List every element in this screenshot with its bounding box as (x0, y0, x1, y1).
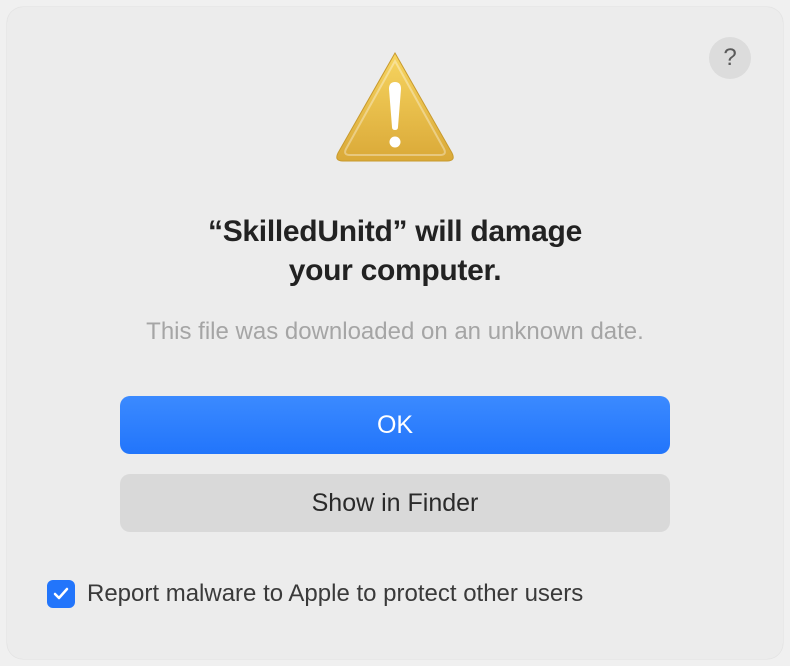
help-button[interactable]: ? (709, 37, 751, 79)
report-checkbox-row: Report malware to Apple to protect other… (47, 580, 583, 608)
dialog-title-line1: “SkilledUnitd” will damage (208, 212, 582, 251)
help-icon: ? (723, 44, 736, 72)
report-checkbox-label: Report malware to Apple to protect other… (87, 580, 583, 608)
show-in-finder-button[interactable]: Show in Finder (120, 474, 670, 532)
dialog-title: “SkilledUnitd” will damage your computer… (208, 212, 582, 290)
dialog-title-line2: your computer. (208, 251, 582, 290)
ok-button[interactable]: OK (120, 396, 670, 454)
alert-dialog: ? “SkilledUnitd” will damage your comput… (7, 7, 783, 659)
warning-icon (330, 47, 460, 172)
checkmark-icon (51, 584, 71, 604)
dialog-subtitle: This file was downloaded on an unknown d… (146, 318, 644, 346)
report-checkbox[interactable] (47, 580, 75, 608)
